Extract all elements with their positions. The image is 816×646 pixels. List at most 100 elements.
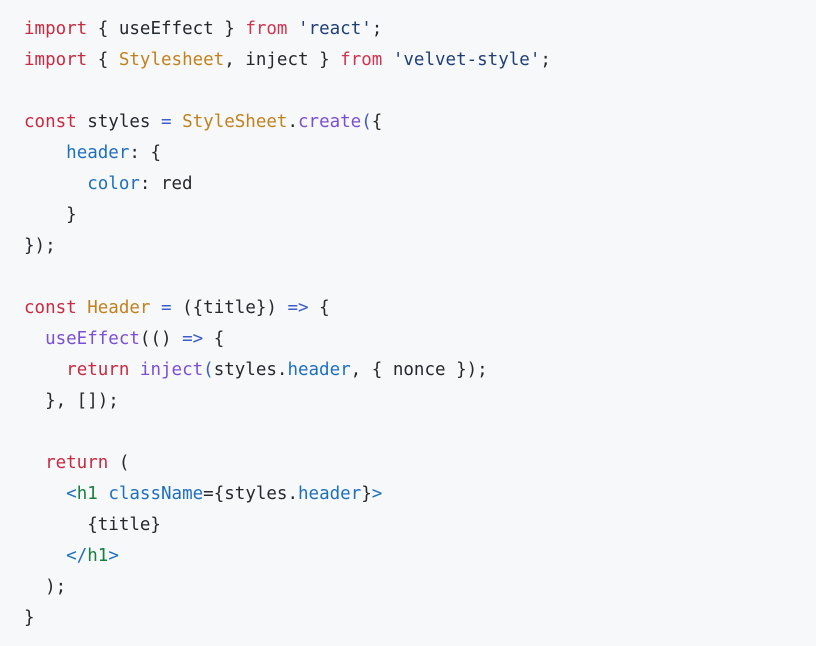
code-line: const Header = ({title}) => { xyxy=(24,293,816,324)
code-token: StyleSheet xyxy=(182,112,288,132)
code-token: styles xyxy=(87,112,151,132)
code-token: red xyxy=(160,174,193,194)
code-token: Header xyxy=(87,298,151,318)
code-token: Stylesheet xyxy=(118,50,225,70)
code-token: useEffect xyxy=(118,19,214,39)
code-token: nonce xyxy=(392,360,446,380)
code-token: header xyxy=(298,484,362,504)
code-token: 'velvet-style' xyxy=(392,50,541,70)
code-token: . xyxy=(287,484,299,504)
code-line: }); xyxy=(24,231,816,262)
code-token: }, []); xyxy=(45,391,119,411)
code-token: . xyxy=(287,112,298,132)
code-token: > xyxy=(108,546,119,566)
code-token: ; xyxy=(540,50,551,70)
code-line: {title} xyxy=(24,510,816,541)
code-token: { xyxy=(150,143,161,163)
code-line: useEffect(() => { xyxy=(24,324,816,355)
code-token: } xyxy=(24,608,35,628)
code-token: . xyxy=(276,360,288,380)
code-token: inject xyxy=(245,50,309,70)
code-token: return xyxy=(66,360,130,380)
code-token: const xyxy=(24,112,77,132)
code-line: import { Stylesheet, inject } from 'velv… xyxy=(24,45,816,76)
code-line: ); xyxy=(24,572,816,603)
code-token: h1 xyxy=(76,484,98,504)
code-token: { xyxy=(97,19,109,39)
code-token: return xyxy=(45,453,109,473)
code-token: className xyxy=(108,484,204,504)
code-token: { xyxy=(371,360,383,380)
code-token: } xyxy=(361,484,372,504)
code-token: { xyxy=(213,329,225,349)
code-token: inject xyxy=(139,360,204,380)
code-token: styles xyxy=(224,484,288,504)
code-token: }) xyxy=(255,298,277,318)
code-token: ( xyxy=(118,453,130,473)
code-token: </ xyxy=(66,546,88,566)
code-line: const styles = StyleSheet.create({ xyxy=(24,107,816,138)
code-token: ({ xyxy=(182,298,204,318)
code-token: }); xyxy=(456,360,488,380)
code-token: import xyxy=(24,50,88,70)
code-token: create xyxy=(298,112,362,132)
code-token: header xyxy=(66,143,130,163)
code-token: title xyxy=(203,298,256,318)
code-token: : xyxy=(129,143,151,163)
code-token: ; xyxy=(371,19,383,39)
code-token: from xyxy=(340,50,383,70)
code-token: { xyxy=(319,298,330,318)
code-token: }); xyxy=(24,236,56,256)
code-token: from xyxy=(245,19,288,39)
code-token: const xyxy=(24,298,77,318)
code-token: h1 xyxy=(87,546,109,566)
code-line: color: red xyxy=(24,169,816,200)
code-token: 'react' xyxy=(298,19,372,39)
code-token: ( xyxy=(203,360,214,380)
code-token: = xyxy=(161,112,172,132)
code-token: < xyxy=(66,484,77,504)
code-token: , xyxy=(224,50,246,70)
code-token: , xyxy=(350,360,372,380)
code-editor-surface[interactable]: import { useEffect } from 'react'; import… xyxy=(0,0,816,646)
code-token: => xyxy=(287,298,309,318)
code-token: > xyxy=(371,484,383,504)
code-line: <h1 className={styles.header}> xyxy=(24,479,816,510)
code-token: } xyxy=(224,19,235,39)
code-line: return ( xyxy=(24,448,816,479)
code-token: => xyxy=(182,329,204,349)
code-token: { xyxy=(213,484,225,504)
code-token: ); xyxy=(45,577,67,597)
code-token: { xyxy=(97,50,109,70)
code-token: header xyxy=(287,360,351,380)
